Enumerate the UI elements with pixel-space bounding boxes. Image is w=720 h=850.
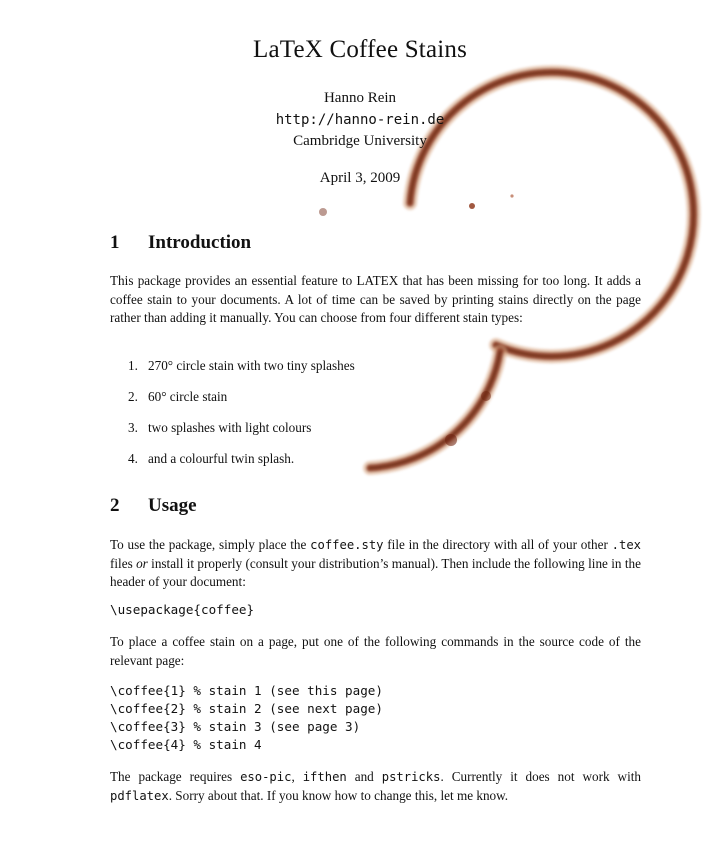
section-heading-usage: 2 Usage	[110, 495, 197, 517]
section-heading-introduction: 1 Introduction	[110, 232, 251, 254]
section-title: Usage	[148, 495, 197, 516]
code-line: \coffee{4} % stain 4	[110, 737, 262, 752]
filename-coffee-sty: coffee.sty	[310, 538, 384, 552]
author-url[interactable]: http://hanno-rein.de	[0, 112, 720, 128]
document-page: LaTeX Coffee Stains Hanno Rein http://ha…	[0, 0, 720, 850]
extension-tex: .tex	[611, 538, 641, 552]
usage-paragraph-install: To use the package, simply place the cof…	[110, 537, 641, 589]
code-line: \coffee{1} % stain 1 (see this page)	[110, 683, 383, 698]
document-date: April 3, 2009	[319, 170, 401, 186]
usage-paragraph-commands: To place a coffee stain on a page, put o…	[110, 634, 641, 668]
list-item: 3. two splashes with light colours	[128, 420, 312, 435]
intro-paragraph: This package provides an essential featu…	[110, 273, 641, 325]
list-item: 1. 270° circle stain with two tiny splash…	[128, 358, 355, 373]
section-number: 1	[110, 232, 120, 253]
list-item: 2. 60° circle stain	[128, 389, 228, 404]
document-title: LaTeX Coffee Stains	[252, 36, 468, 63]
section-number: 2	[110, 495, 120, 516]
author-affiliation: Cambridge University	[293, 133, 427, 149]
usepackage-code: \usepackage{coffee}	[110, 602, 255, 617]
code-line: \coffee{2} % stain 2 (see next page)	[110, 701, 383, 716]
list-item: 4. and a colourful twin splash.	[128, 451, 295, 466]
stain-types-list: 1. 270° circle stain with two tiny splash…	[110, 358, 641, 482]
requirements-paragraph: The package requires eso-pic, ifthen and…	[110, 769, 641, 803]
author-name: Hanno Rein	[323, 90, 397, 106]
code-line: \coffee{3} % stain 3 (see page 3)	[110, 719, 361, 734]
section-title: Introduction	[148, 232, 252, 253]
